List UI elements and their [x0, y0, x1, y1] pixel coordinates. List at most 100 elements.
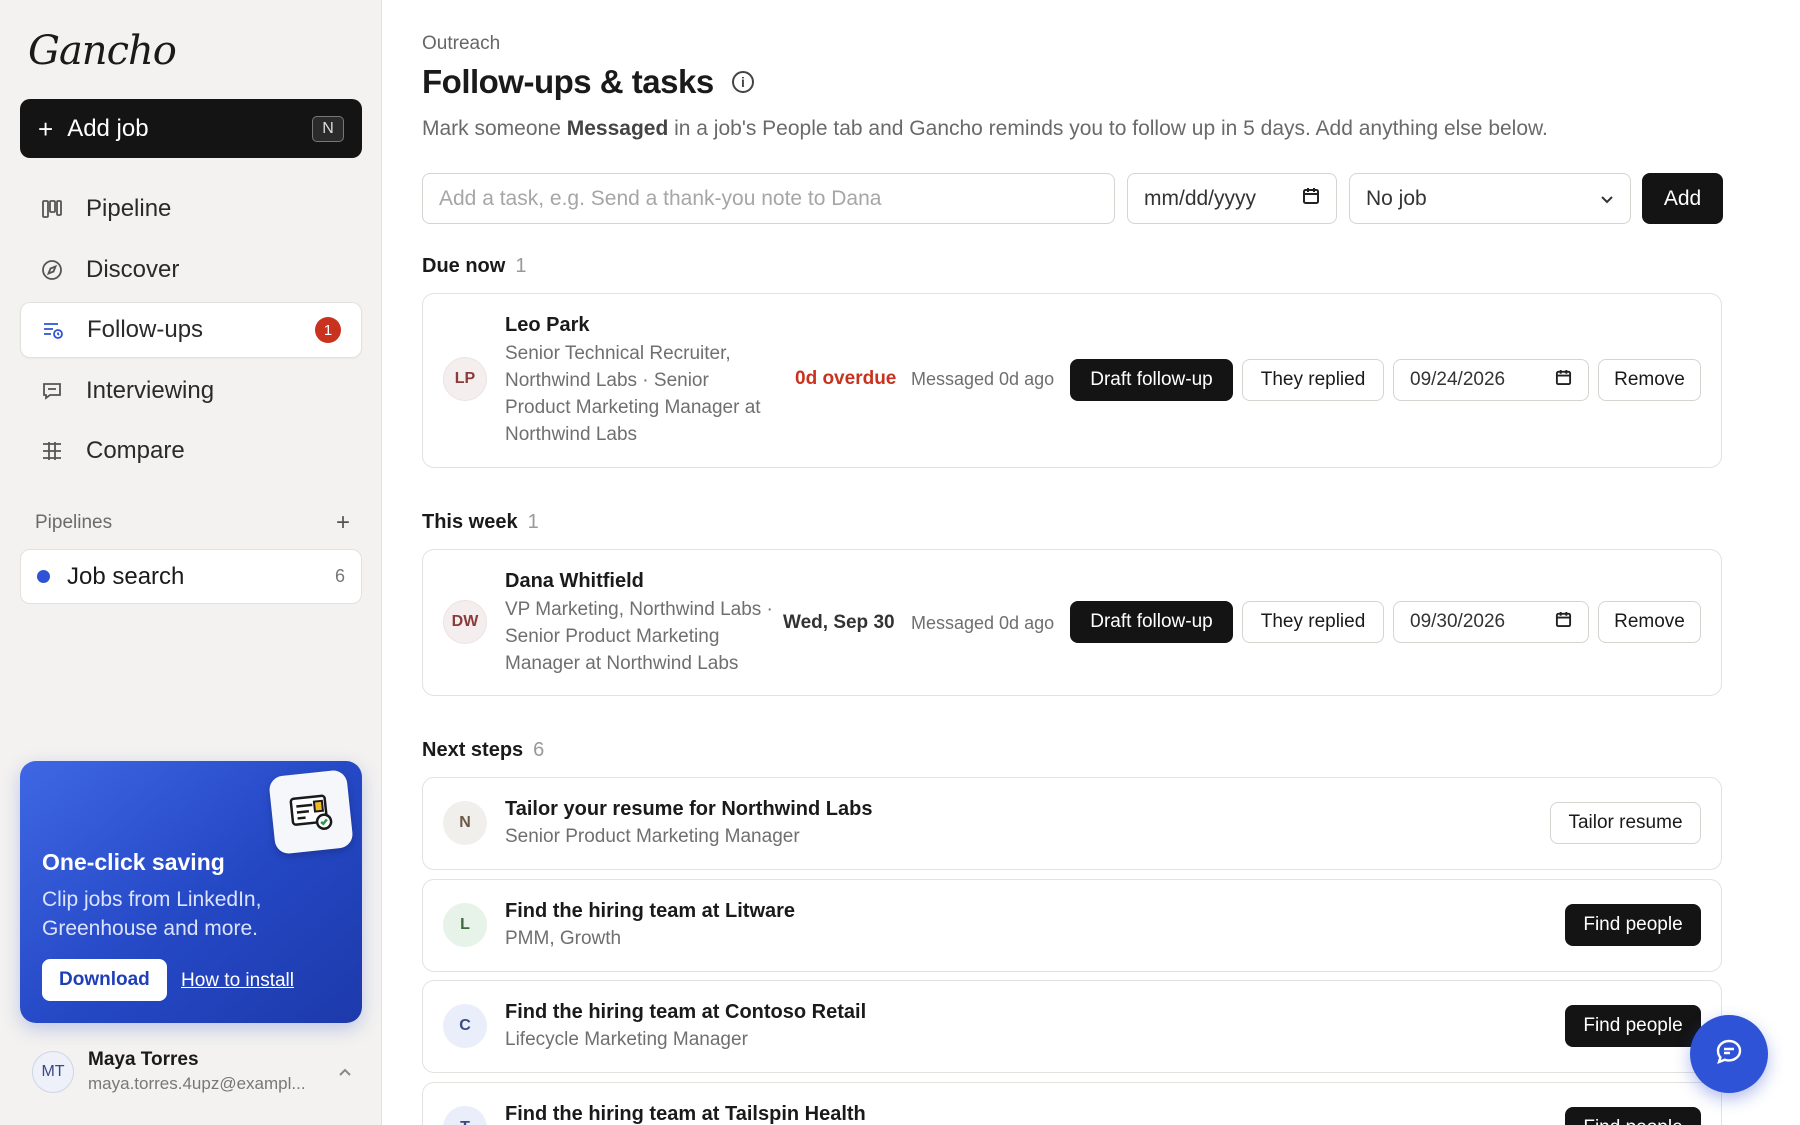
- chevron-down-icon: [1600, 187, 1614, 211]
- sidebar-item-label: Pipeline: [86, 195, 172, 222]
- avatar: T: [443, 1106, 487, 1125]
- draft-follow-up-button[interactable]: Draft follow-up: [1070, 601, 1233, 643]
- date-placeholder: mm/dd/yyyy: [1144, 186, 1257, 210]
- page-title: Follow-ups & tasks: [422, 63, 714, 100]
- find-people-button[interactable]: Find people: [1565, 1107, 1701, 1125]
- breadcrumb: Outreach: [422, 33, 501, 54]
- compass-icon: [40, 258, 64, 282]
- task-date-input[interactable]: mm/dd/yyyy: [1127, 173, 1337, 224]
- keyboard-shortcut-badge: N: [312, 115, 344, 142]
- section-label: Next steps: [422, 739, 524, 761]
- find-people-button[interactable]: Find people: [1565, 904, 1701, 946]
- next-step-card: L Find the hiring team at Litware PMM, G…: [422, 879, 1722, 972]
- sidebar-nav: Pipeline Discover Follow-ups 1 Interview…: [20, 181, 362, 484]
- app-logo[interactable]: Gancho: [28, 28, 177, 74]
- avatar: N: [443, 801, 487, 845]
- job-select[interactable]: No job: [1349, 173, 1631, 224]
- next-step-title: Find the hiring team at Litware: [505, 900, 796, 922]
- pipeline-item-job-search[interactable]: Job search 6: [20, 549, 362, 604]
- how-to-install-link[interactable]: How to install: [181, 970, 294, 992]
- follow-up-date-input[interactable]: 09/30/2026: [1393, 601, 1589, 643]
- user-info: Maya Torres maya.torres.4upz@exampl...: [88, 1049, 338, 1094]
- next-step-title: Tailor your resume for Northwind Labs: [505, 798, 873, 820]
- chat-support-button[interactable]: [1690, 1015, 1768, 1093]
- avatar: C: [443, 1004, 487, 1048]
- add-job-button[interactable]: + Add job N: [20, 99, 362, 158]
- user-email: maya.torres.4upz@exampl...: [88, 1074, 306, 1093]
- pipeline-count: 6: [334, 566, 345, 586]
- user-menu[interactable]: MT Maya Torres maya.torres.4upz@exampl..…: [32, 1049, 352, 1094]
- pipeline-color-dot: [37, 570, 50, 583]
- they-replied-button[interactable]: They replied: [1242, 359, 1384, 401]
- contact-name[interactable]: Dana Whitfield: [505, 570, 644, 593]
- section-count: 6: [533, 739, 545, 761]
- subtitle-emphasis: Messaged: [566, 117, 669, 140]
- list-clock-icon: [41, 318, 65, 342]
- messaged-ago: Messaged 0d ago: [911, 613, 1055, 633]
- find-people-button[interactable]: Find people: [1565, 1005, 1701, 1047]
- draft-follow-up-button[interactable]: Draft follow-up: [1070, 359, 1233, 401]
- followup-card: LP Leo Park Senior Technical Recruiter, …: [422, 293, 1722, 468]
- sidebar-item-pipeline[interactable]: Pipeline: [20, 181, 362, 237]
- section-this-week: This week 1: [422, 511, 539, 534]
- calendar-icon: [1302, 187, 1320, 211]
- follow-up-date: 09/30/2026: [1410, 611, 1506, 632]
- calendar-icon: [1555, 611, 1572, 634]
- sidebar-item-discover[interactable]: Discover: [20, 242, 362, 298]
- promo-text: Clip jobs from LinkedIn, Greenhouse and …: [42, 888, 262, 940]
- pipelines-heading: Pipelines: [35, 512, 113, 533]
- next-step-card: N Tailor your resume for Northwind Labs …: [422, 777, 1722, 870]
- messaged-ago: Messaged 0d ago: [911, 369, 1055, 389]
- pipelines-header: Pipelines +: [35, 509, 350, 537]
- sidebar-item-label: Interviewing: [86, 376, 215, 404]
- task-input[interactable]: [422, 173, 1115, 224]
- chat-icon: [40, 379, 64, 403]
- avatar: MT: [32, 1050, 74, 1093]
- sidebar: Gancho + Add job N Pipeline Discover Fol…: [0, 0, 382, 1125]
- section-count: 1: [515, 255, 527, 277]
- sidebar-item-follow-ups[interactable]: Follow-ups 1: [20, 302, 362, 358]
- sidebar-item-label: Follow-ups: [87, 316, 204, 343]
- tailor-resume-button[interactable]: Tailor resume: [1550, 802, 1701, 844]
- avatar: L: [443, 903, 487, 947]
- follow-up-due-date: Wed, Sep 30: [783, 612, 895, 633]
- next-step-card: C Find the hiring team at Contoso Retail…: [422, 980, 1722, 1073]
- next-step-card: T Find the hiring team at Tailspin Healt…: [422, 1082, 1722, 1125]
- section-label: Due now: [422, 255, 506, 277]
- contact-role: Senior Technical Recruiter, Northwind La…: [505, 343, 761, 445]
- next-step-subtitle: PMM, Growth: [505, 928, 622, 949]
- page-subtitle: Mark someone Messaged in a job's People …: [422, 117, 1548, 141]
- sidebar-item-compare[interactable]: Compare: [20, 423, 362, 479]
- add-job-label: Add job: [67, 114, 149, 142]
- notification-badge: 1: [315, 317, 341, 343]
- info-icon[interactable]: i: [731, 71, 754, 93]
- next-step-subtitle: Senior Product Marketing Manager: [505, 826, 800, 847]
- job-select-value: No job: [1366, 186, 1427, 210]
- pipeline-label: Job search: [67, 562, 185, 590]
- they-replied-button[interactable]: They replied: [1242, 601, 1384, 643]
- status-overdue: 0d overdue: [795, 368, 897, 389]
- remove-button[interactable]: Remove: [1598, 359, 1701, 401]
- follow-up-date: 09/24/2026: [1410, 369, 1506, 390]
- add-task-button[interactable]: Add: [1642, 173, 1723, 224]
- contact-name[interactable]: Leo Park: [505, 314, 589, 337]
- follow-up-date-input[interactable]: 09/24/2026: [1393, 359, 1589, 401]
- sidebar-item-label: Discover: [86, 255, 180, 283]
- sidebar-item-label: Compare: [86, 437, 185, 464]
- subtitle-text: Mark someone: [422, 117, 567, 140]
- table-icon: [40, 439, 64, 463]
- sidebar-item-interviewing[interactable]: Interviewing: [20, 363, 362, 419]
- section-label: This week: [422, 511, 518, 533]
- download-button[interactable]: Download: [42, 959, 167, 1001]
- clip-job-illustration-icon: [268, 769, 354, 855]
- contact-role: VP Marketing, Northwind Labs · Senior Pr…: [505, 599, 773, 674]
- next-step-title: Find the hiring team at Contoso Retail: [505, 1001, 867, 1023]
- remove-button[interactable]: Remove: [1598, 601, 1701, 643]
- section-count: 1: [527, 511, 539, 533]
- followup-card: DW Dana Whitfield VP Marketing, Northwin…: [422, 549, 1722, 696]
- next-step-subtitle: Lifecycle Marketing Manager: [505, 1029, 748, 1050]
- avatar: DW: [443, 600, 487, 644]
- kanban-icon: [40, 197, 64, 221]
- add-pipeline-icon[interactable]: +: [336, 509, 350, 537]
- calendar-icon: [1555, 369, 1572, 392]
